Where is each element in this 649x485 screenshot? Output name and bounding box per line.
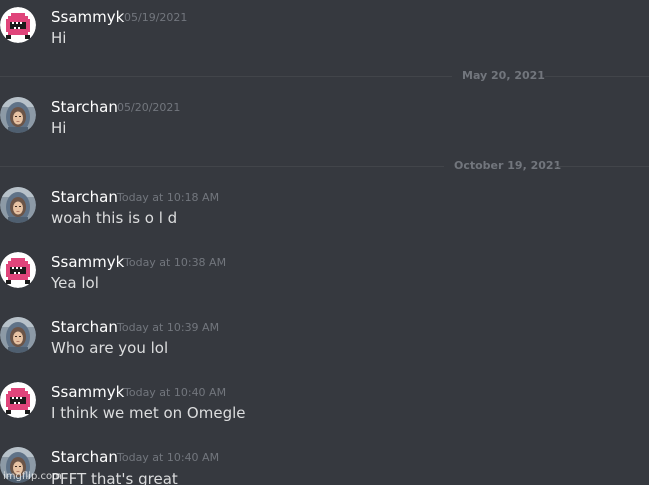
message-text: Hi xyxy=(51,29,67,47)
message-text: Who are you lol xyxy=(51,339,169,357)
username[interactable]: Starchan xyxy=(51,317,118,337)
username[interactable]: Starchan xyxy=(51,187,118,207)
pink-monster-icon[interactable] xyxy=(0,382,36,418)
username[interactable]: Ssammyk xyxy=(51,252,124,272)
username[interactable]: Starchan xyxy=(51,97,118,117)
hooded-girl-avatar[interactable] xyxy=(0,187,36,223)
message-text: Hi xyxy=(51,119,67,137)
watermark: imgflip.com xyxy=(3,471,62,482)
divider-line xyxy=(0,166,444,167)
divider-line xyxy=(555,166,649,167)
chat-message: Starchan Today at 10:40 AM PFFT that's g… xyxy=(0,447,649,485)
chat-message: Ssammyk 05/19/2021 Hi xyxy=(0,7,649,67)
chat-message: Ssammyk Today at 10:40 AM I think we met… xyxy=(0,382,649,442)
date-divider: October 19, 2021 xyxy=(0,159,649,173)
timestamp: 05/20/2021 xyxy=(117,101,181,114)
hooded-girl-avatar[interactable] xyxy=(0,97,36,133)
username[interactable]: Ssammyk xyxy=(51,382,124,402)
message-text: PFFT that's great xyxy=(51,470,178,485)
timestamp: Today at 10:18 AM xyxy=(117,191,220,204)
chat-message: Starchan Today at 10:18 AM woah this is … xyxy=(0,187,649,247)
timestamp: Today at 10:39 AM xyxy=(117,321,220,334)
date-divider-label: May 20, 2021 xyxy=(462,69,545,82)
hooded-girl-avatar[interactable] xyxy=(0,317,36,353)
username[interactable]: Starchan xyxy=(51,447,118,467)
chat-message: Starchan Today at 10:39 AM Who are you l… xyxy=(0,317,649,377)
message-text: Yea lol xyxy=(51,274,99,292)
pink-monster-icon[interactable] xyxy=(0,7,36,43)
divider-line xyxy=(545,76,649,77)
divider-line xyxy=(0,76,452,77)
timestamp: Today at 10:38 AM xyxy=(124,256,227,269)
timestamp: Today at 10:40 AM xyxy=(124,386,227,399)
timestamp: Today at 10:40 AM xyxy=(117,451,220,464)
username[interactable]: Ssammyk xyxy=(51,7,124,27)
message-text: woah this is o l d xyxy=(51,209,178,227)
date-divider-label: October 19, 2021 xyxy=(454,159,562,172)
chat-message: Starchan 05/20/2021 Hi xyxy=(0,97,649,157)
timestamp: 05/19/2021 xyxy=(124,11,188,24)
message-text: I think we met on Omegle xyxy=(51,404,246,422)
chat-message: Ssammyk Today at 10:38 AM Yea lol xyxy=(0,252,649,312)
date-divider: May 20, 2021 xyxy=(0,69,649,83)
chat-log: Ssammyk 05/19/2021 Hi May 20, 2021 Starc… xyxy=(0,0,649,485)
pink-monster-icon[interactable] xyxy=(0,252,36,288)
